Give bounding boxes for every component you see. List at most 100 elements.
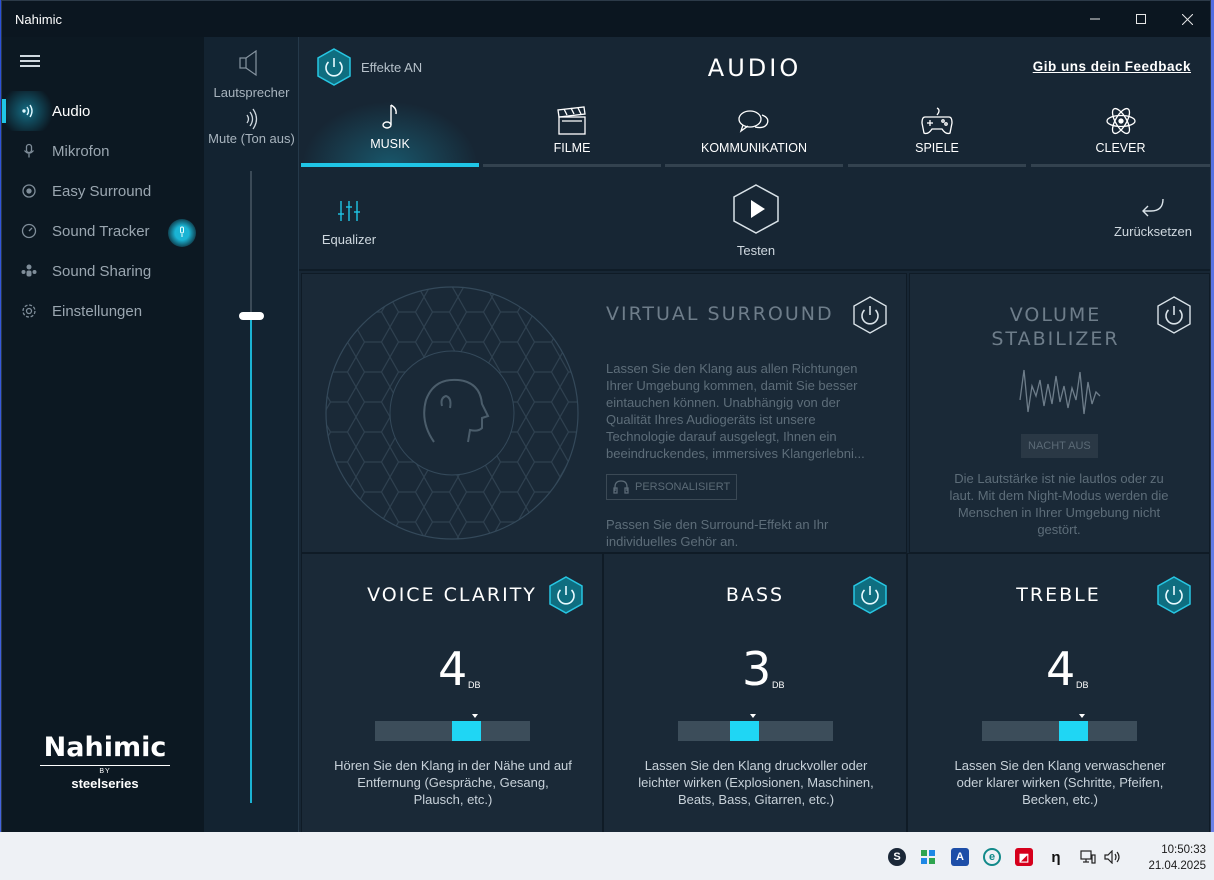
equalizer-label: Equalizer <box>321 232 377 247</box>
nahimic-tray-icon[interactable]: η <box>1047 848 1065 866</box>
puzzle-icon[interactable] <box>919 848 937 866</box>
effect-description: Lassen Sie den Klang verwaschener oder k… <box>954 758 1166 807</box>
virtual-surround-power-button[interactable] <box>852 296 888 334</box>
volume-slider-remaining <box>250 171 252 316</box>
hamburger-line <box>20 55 40 57</box>
close-button[interactable] <box>1164 1 1210 37</box>
effect-value: 4 <box>438 642 468 696</box>
mute-sound-icon[interactable] <box>244 108 258 130</box>
effect-level-bar[interactable] <box>678 714 833 741</box>
waveform-icon <box>1019 369 1101 415</box>
tab-clever[interactable]: CLEVER <box>1031 101 1210 167</box>
virtual-surround-description: Lassen Sie den Klang aus allen Richtunge… <box>606 361 865 461</box>
play-icon <box>751 200 765 218</box>
effect-level-selected[interactable] <box>1059 721 1088 741</box>
tab-label: SPIELE <box>915 141 959 155</box>
reset-button[interactable]: Zurücksetzen <box>1114 197 1192 239</box>
equalizer-icon <box>338 201 360 221</box>
sidebar-item-label: Sound Tracker <box>52 222 150 240</box>
night-mode-button[interactable]: NACHT AUS <box>1021 434 1098 458</box>
feedback-link[interactable]: Gib uns dein Feedback <box>1033 59 1191 74</box>
bass-power-button[interactable] <box>852 576 888 614</box>
test-label: Testen <box>736 243 776 258</box>
sidebar-item-audio[interactable]: Audio <box>2 91 204 131</box>
effect-unit: DB <box>468 680 481 690</box>
test-play-button[interactable] <box>732 183 780 235</box>
personalize-label: PERSONALISIERT <box>635 481 731 493</box>
close-icon <box>1181 13 1193 25</box>
panel-title: VIRTUAL SURROUND <box>606 303 834 325</box>
effect-level-marker <box>750 714 756 718</box>
tab-kommunikation[interactable]: KOMMUNIKATION <box>665 101 843 167</box>
steam-icon[interactable]: S <box>888 848 906 866</box>
music-note-icon <box>382 104 397 129</box>
effect-level-bar[interactable] <box>982 714 1137 741</box>
logo-by: BY <box>40 765 170 775</box>
sidebar-item-label: Mikrofon <box>52 142 110 160</box>
minimize-button[interactable] <box>1072 1 1118 37</box>
profile-tabs: MUSIK FILME KOMMUNIKATION SPIELE CLEVER <box>299 101 1210 167</box>
sidebar-item-einstellungen[interactable]: Einstellungen <box>2 291 204 331</box>
personalize-button[interactable]: PERSONALISIERT <box>606 474 738 500</box>
sidebar-item-easy-surround[interactable]: Easy Surround <box>2 171 204 211</box>
treble-power-button[interactable] <box>1156 576 1192 614</box>
toolbar: Equalizer Testen Zurücksetzen <box>299 167 1210 271</box>
atom-icon <box>1105 107 1136 135</box>
e-app-icon[interactable]: e <box>983 848 1001 866</box>
surround-icon <box>20 182 38 200</box>
treble-panel: TREBLE 4 DB Lassen Sie den Klang verwasc… <box>907 553 1210 833</box>
tab-label: CLEVER <box>1095 141 1146 155</box>
gear-icon <box>20 302 38 320</box>
window-title: Nahimic <box>15 12 62 27</box>
chat-bubbles-icon <box>738 110 769 133</box>
hamburger-line <box>20 65 40 67</box>
taskbar-clock[interactable]: 10:50:33 21.04.2025 <box>1148 842 1206 874</box>
effect-level-bar[interactable] <box>375 714 530 741</box>
main-content: Effekte AN AUDIO Gib uns dein Feedback M… <box>299 37 1210 833</box>
equalizer-button[interactable]: Equalizer <box>321 199 377 247</box>
volume-slider-thumb[interactable] <box>239 312 264 320</box>
volume-stabilizer-power-button[interactable] <box>1156 296 1192 334</box>
tab-label: FILME <box>553 141 591 155</box>
nahimic-logo: Nahimic BY steelseries <box>40 732 170 791</box>
tab-filme[interactable]: FILME <box>483 101 661 167</box>
volume-icon[interactable] <box>1104 848 1122 866</box>
voice-clarity-panel: VOICE CLARITY 4 DB Hören Sie den Klang i… <box>301 553 603 833</box>
mute-label[interactable]: Mute (Ton aus) <box>204 131 299 147</box>
effect-unit: DB <box>1076 680 1089 690</box>
sidebar: Audio Mikrofon Easy Surround Sound Track… <box>2 37 204 833</box>
voice-clarity-power-button[interactable] <box>548 576 584 614</box>
effect-level-selected[interactable] <box>730 721 759 741</box>
sidebar-item-sound-sharing[interactable]: Sound Sharing <box>2 251 204 291</box>
network-icon[interactable] <box>1079 848 1097 866</box>
effect-description: Lassen Sie den Klang druckvoller oder le… <box>638 758 874 807</box>
device-label: Lautsprecher <box>213 85 290 100</box>
effect-level-selected[interactable] <box>452 721 481 741</box>
audio-wave-icon <box>20 102 38 120</box>
reset-label: Zurücksetzen <box>1113 224 1192 239</box>
logo-company: steelseries <box>71 776 139 791</box>
a-app-icon[interactable]: A <box>951 848 969 866</box>
personalize-note: Passen Sie den Surround-Effekt an Ihr in… <box>606 517 829 549</box>
maximize-button[interactable] <box>1118 1 1164 37</box>
sound-tracker-badge[interactable] <box>168 219 196 247</box>
app-window: Nahimic Audio Mikrofon Easy Surround Sou… <box>1 0 1211 833</box>
share-icon <box>20 262 38 280</box>
hamburger-menu-button[interactable] <box>20 55 40 69</box>
volume-column: Lautsprecher Mute (Ton aus) <box>204 37 299 833</box>
sidebar-item-label: Easy Surround <box>52 182 152 200</box>
clock-date: 21.04.2025 <box>1148 860 1206 872</box>
sidebar-item-label: Einstellungen <box>52 302 143 320</box>
speaker-icon <box>239 49 257 77</box>
logo-brand: Nahimic <box>43 732 167 763</box>
title-bar[interactable]: Nahimic <box>2 1 1210 37</box>
minimize-icon <box>1090 18 1100 20</box>
header: Effekte AN AUDIO Gib uns dein Feedback <box>299 37 1210 101</box>
effect-unit: DB <box>772 680 785 690</box>
sidebar-item-mikrofon[interactable]: Mikrofon <box>2 131 204 171</box>
amd-icon[interactable]: ◩ <box>1015 848 1033 866</box>
tab-musik[interactable]: MUSIK <box>301 101 479 167</box>
active-indicator <box>2 99 6 123</box>
compass-icon <box>20 222 38 240</box>
tab-spiele[interactable]: SPIELE <box>848 101 1026 167</box>
